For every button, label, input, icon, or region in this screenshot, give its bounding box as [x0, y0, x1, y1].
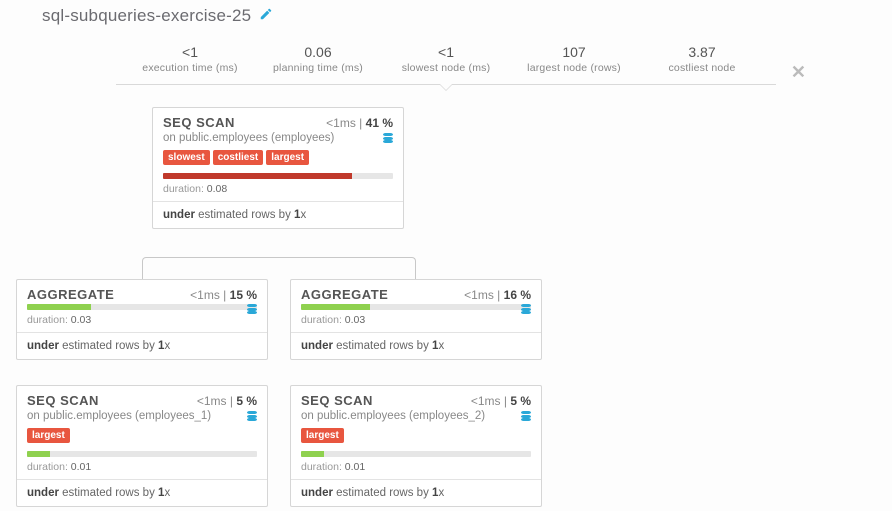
node-estimate: under estimated rows by 1x: [153, 201, 403, 228]
node-tags: slowest costliest largest: [153, 150, 403, 173]
node-title: AGGREGATE: [27, 287, 114, 302]
node-bar: [27, 304, 257, 310]
stat-planning-time: 0.06 planning time (ms): [254, 44, 382, 74]
node-title: SEQ SCAN: [163, 115, 235, 130]
node-subtitle: on public.employees (employees_1): [27, 410, 211, 422]
plan-stats: <1 execution time (ms) 0.06 planning tim…: [116, 40, 776, 85]
node-bar: [27, 451, 257, 457]
stat-execution-time: <1 execution time (ms): [126, 44, 254, 74]
tag-largest: largest: [301, 428, 344, 443]
node-title: AGGREGATE: [301, 287, 388, 302]
node-bar: [301, 451, 531, 457]
node-duration: duration: 0.01: [291, 461, 541, 479]
node-title: SEQ SCAN: [301, 393, 373, 408]
database-icon: [521, 411, 531, 421]
tag-largest: largest: [266, 150, 309, 165]
tag-costliest: costliest: [213, 150, 264, 165]
node-estimate: under estimated rows by 1x: [291, 479, 541, 506]
pencil-icon[interactable]: [259, 7, 273, 25]
node-subtitle: on public.employees (employees_2): [301, 410, 485, 422]
plan-node-aggregate-right[interactable]: AGGREGATE <1ms | 16 % duration: 0.03 und…: [290, 279, 542, 360]
node-stats: <1ms | 5 %: [471, 394, 531, 408]
node-bar: [301, 304, 531, 310]
stat-largest-node: 107 largest node (rows): [510, 44, 638, 74]
connector: [142, 257, 416, 279]
node-estimate: under estimated rows by 1x: [17, 479, 267, 506]
tag-largest: largest: [27, 428, 70, 443]
node-stats: <1ms | 41 %: [326, 116, 393, 130]
node-estimate: under estimated rows by 1x: [291, 332, 541, 359]
node-duration: duration: 0.03: [17, 314, 267, 332]
node-estimate: under estimated rows by 1x: [17, 332, 267, 359]
node-tags: largest: [17, 428, 267, 451]
node-stats: <1ms | 5 %: [197, 394, 257, 408]
node-stats: <1ms | 16 %: [464, 288, 531, 302]
tag-slowest: slowest: [163, 150, 210, 165]
node-tags: largest: [291, 428, 541, 451]
node-title: SEQ SCAN: [27, 393, 99, 408]
node-subtitle: on public.employees (employees): [163, 132, 334, 144]
database-icon: [247, 411, 257, 421]
chevron-down-icon: [439, 84, 453, 91]
plan-node-root[interactable]: SEQ SCAN <1ms | 41 % on public.employees…: [152, 107, 404, 229]
plan-node-aggregate-left[interactable]: AGGREGATE <1ms | 15 % duration: 0.03 und…: [16, 279, 268, 360]
plan-node-seqscan-right[interactable]: SEQ SCAN <1ms | 5 % on public.employees …: [290, 385, 542, 507]
node-duration: duration: 0.08: [153, 183, 403, 201]
title-bar: sql-subqueries-exercise-25: [0, 0, 892, 26]
page-title: sql-subqueries-exercise-25: [42, 6, 251, 26]
close-icon[interactable]: ✕: [791, 62, 806, 83]
node-duration: duration: 0.01: [17, 461, 267, 479]
stat-costliest-node: 3.87 costliest node: [638, 44, 766, 74]
database-icon: [383, 133, 393, 143]
database-icon: [247, 304, 257, 314]
plan-node-seqscan-left[interactable]: SEQ SCAN <1ms | 5 % on public.employees …: [16, 385, 268, 507]
database-icon: [521, 304, 531, 314]
node-bar: [163, 173, 393, 179]
stat-slowest-node: <1 slowest node (ms): [382, 44, 510, 74]
node-stats: <1ms | 15 %: [190, 288, 257, 302]
node-duration: duration: 0.03: [291, 314, 541, 332]
